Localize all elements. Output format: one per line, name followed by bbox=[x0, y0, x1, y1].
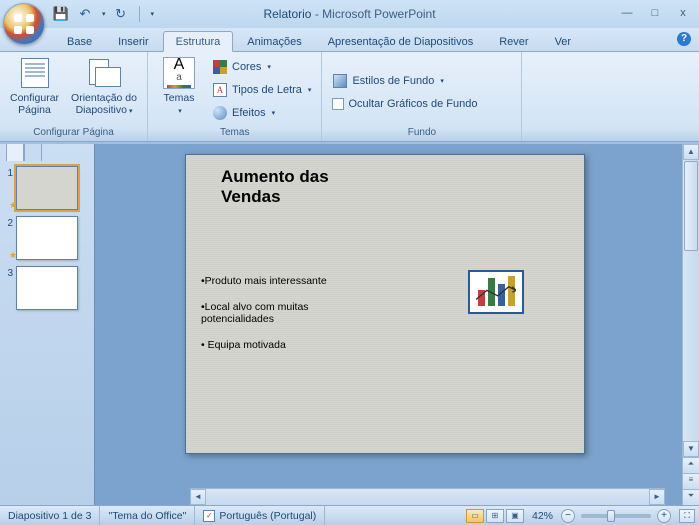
vertical-scrollbar[interactable]: ▲ ▼ ⏶ ≡ ⏷ bbox=[682, 144, 699, 505]
bullet-3: • Equipa motivada bbox=[201, 339, 341, 351]
chart-icon[interactable] bbox=[468, 270, 524, 314]
checkbox-icon bbox=[332, 98, 344, 110]
tab-insert[interactable]: Inserir bbox=[106, 32, 161, 51]
tab-review[interactable]: Rever bbox=[487, 32, 540, 51]
anim-star-icon: ★ bbox=[9, 200, 17, 211]
document-name: Relatorio bbox=[263, 7, 311, 21]
hide-bg-graphics-checkbox[interactable]: Ocultar Gráficos de Fundo bbox=[328, 93, 481, 115]
quick-access-toolbar: 💾 ↶ ▾ ↻ ▾ bbox=[52, 0, 154, 28]
scroll-down-icon[interactable]: ▼ bbox=[683, 441, 699, 457]
themes-button[interactable]: Aa Temas▾ bbox=[154, 55, 204, 125]
maximize-button[interactable]: □ bbox=[645, 7, 665, 21]
thumb-slide-2 bbox=[16, 216, 78, 260]
thumbnail-pane: 1 ★ 2 ★ 3 bbox=[0, 144, 95, 505]
app-name: Microsoft PowerPoint bbox=[322, 7, 435, 21]
thumbnail-1[interactable]: 1 ★ bbox=[5, 166, 89, 210]
group-label-background: Fundo bbox=[328, 125, 515, 139]
title-bar: 💾 ↶ ▾ ↻ ▾ Relatorio - Microsoft PowerPoi… bbox=[0, 0, 699, 28]
tab-animations[interactable]: Animações bbox=[235, 32, 313, 51]
view-sorter-icon[interactable]: ⊞ bbox=[486, 509, 504, 523]
zoom-slider[interactable] bbox=[581, 514, 651, 518]
slide-area[interactable]: Aumento das Vendas •Produto mais interes… bbox=[95, 144, 682, 505]
theme-icon: Aa bbox=[163, 57, 195, 89]
group-label-page-setup: Configurar Página bbox=[6, 125, 141, 139]
zoom-percent[interactable]: 42% bbox=[532, 510, 553, 522]
scroll-right-icon[interactable]: ► bbox=[649, 489, 665, 505]
ribbon-tabs: Base Inserir Estrutura Animações Apresen… bbox=[0, 28, 699, 52]
minimize-button[interactable]: — bbox=[617, 7, 637, 21]
scroll-left-icon[interactable]: ◄ bbox=[190, 489, 206, 505]
tab-slides-icon[interactable] bbox=[6, 144, 24, 161]
office-button[interactable] bbox=[3, 3, 45, 45]
colors-button[interactable]: Cores▾ bbox=[208, 56, 315, 78]
prev-slide-icon[interactable]: ⏶ bbox=[683, 457, 699, 473]
window-title: Relatorio - Microsoft PowerPoint bbox=[263, 7, 435, 21]
group-themes: Aa Temas▾ Cores▾ A Tipos de Letra▾ Efeit… bbox=[148, 52, 322, 141]
next-slide-icon[interactable]: ⏷ bbox=[683, 489, 699, 505]
view-slideshow-icon[interactable]: ▣ bbox=[506, 509, 524, 523]
group-page-setup: Configurar Página Orientação do Diaposit… bbox=[0, 52, 148, 141]
group-background: Estilos de Fundo▾ Ocultar Gráficos de Fu… bbox=[322, 52, 522, 141]
slide-body[interactable]: •Produto mais interessante •Local alvo c… bbox=[201, 275, 341, 365]
redo-icon[interactable]: ↻ bbox=[112, 5, 130, 23]
horizontal-scrollbar[interactable]: ◄ ► bbox=[190, 488, 665, 505]
thumbnail-2[interactable]: 2 ★ bbox=[5, 216, 89, 260]
fit-to-window-icon[interactable]: ⛶ bbox=[679, 509, 695, 523]
bullet-2: •Local alvo com muitas potencialidades bbox=[201, 301, 341, 325]
qat-separator bbox=[139, 6, 140, 22]
tab-home[interactable]: Base bbox=[55, 32, 104, 51]
scroll-up-icon[interactable]: ▲ bbox=[683, 144, 699, 160]
thumb-slide-3 bbox=[16, 266, 78, 310]
effects-icon bbox=[213, 106, 227, 120]
effects-button[interactable]: Efeitos▾ bbox=[208, 102, 315, 124]
font-icon: A bbox=[213, 83, 227, 97]
status-theme[interactable]: "Tema do Office" bbox=[100, 506, 195, 525]
ribbon: Configurar Página Orientação do Diaposit… bbox=[0, 52, 699, 142]
thumb-slide-1 bbox=[16, 166, 78, 210]
page-setup-button[interactable]: Configurar Página bbox=[6, 55, 63, 125]
thumbnail-tabs bbox=[6, 144, 46, 163]
anim-star-icon: ★ bbox=[9, 250, 17, 261]
bullet-1: •Produto mais interessante bbox=[201, 275, 341, 287]
page-icon bbox=[21, 58, 49, 88]
slide-title[interactable]: Aumento das Vendas bbox=[221, 167, 329, 207]
scroll-thumb[interactable] bbox=[684, 161, 698, 251]
window-controls: — □ x bbox=[617, 7, 693, 21]
close-button[interactable]: x bbox=[673, 7, 693, 21]
tab-slideshow[interactable]: Apresentação de Diapositivos bbox=[316, 32, 486, 51]
save-icon[interactable]: 💾 bbox=[52, 5, 70, 23]
undo-dropdown[interactable]: ▾ bbox=[102, 10, 106, 18]
workspace: 1 ★ 2 ★ 3 Aumento das Vendas •Produto ma… bbox=[0, 144, 699, 505]
colors-icon bbox=[213, 60, 227, 74]
fonts-button[interactable]: A Tipos de Letra▾ bbox=[208, 79, 315, 101]
zoom-slider-thumb[interactable] bbox=[607, 510, 615, 522]
status-right: ▭ ⊞ ▣ 42% − + ⛶ bbox=[466, 509, 699, 523]
tab-outline-icon[interactable] bbox=[24, 144, 42, 161]
tab-design[interactable]: Estrutura bbox=[163, 31, 234, 52]
background-styles-button[interactable]: Estilos de Fundo▾ bbox=[328, 70, 481, 92]
status-language[interactable]: ✓ Português (Portugal) bbox=[195, 506, 325, 525]
status-slide-number[interactable]: Diapositivo 1 de 3 bbox=[0, 506, 100, 525]
spellcheck-icon: ✓ bbox=[203, 510, 215, 522]
bg-styles-icon bbox=[333, 74, 347, 88]
nav-menu-icon[interactable]: ≡ bbox=[683, 473, 699, 489]
main-slide[interactable]: Aumento das Vendas •Produto mais interes… bbox=[185, 154, 585, 454]
undo-icon[interactable]: ↶ bbox=[76, 5, 94, 23]
status-bar: Diapositivo 1 de 3 "Tema do Office" ✓ Po… bbox=[0, 505, 699, 525]
view-normal-icon[interactable]: ▭ bbox=[466, 509, 484, 523]
help-icon[interactable]: ? bbox=[677, 32, 691, 46]
zoom-in-button[interactable]: + bbox=[657, 509, 671, 523]
zoom-out-button[interactable]: − bbox=[561, 509, 575, 523]
qat-customize[interactable]: ▾ bbox=[151, 10, 155, 18]
group-label-themes: Temas bbox=[154, 125, 315, 139]
orientation-icon bbox=[89, 59, 119, 87]
thumbnail-3[interactable]: 3 bbox=[5, 266, 89, 310]
tab-view[interactable]: Ver bbox=[543, 32, 584, 51]
orientation-button[interactable]: Orientação do Diapositivo▾ bbox=[67, 55, 141, 125]
